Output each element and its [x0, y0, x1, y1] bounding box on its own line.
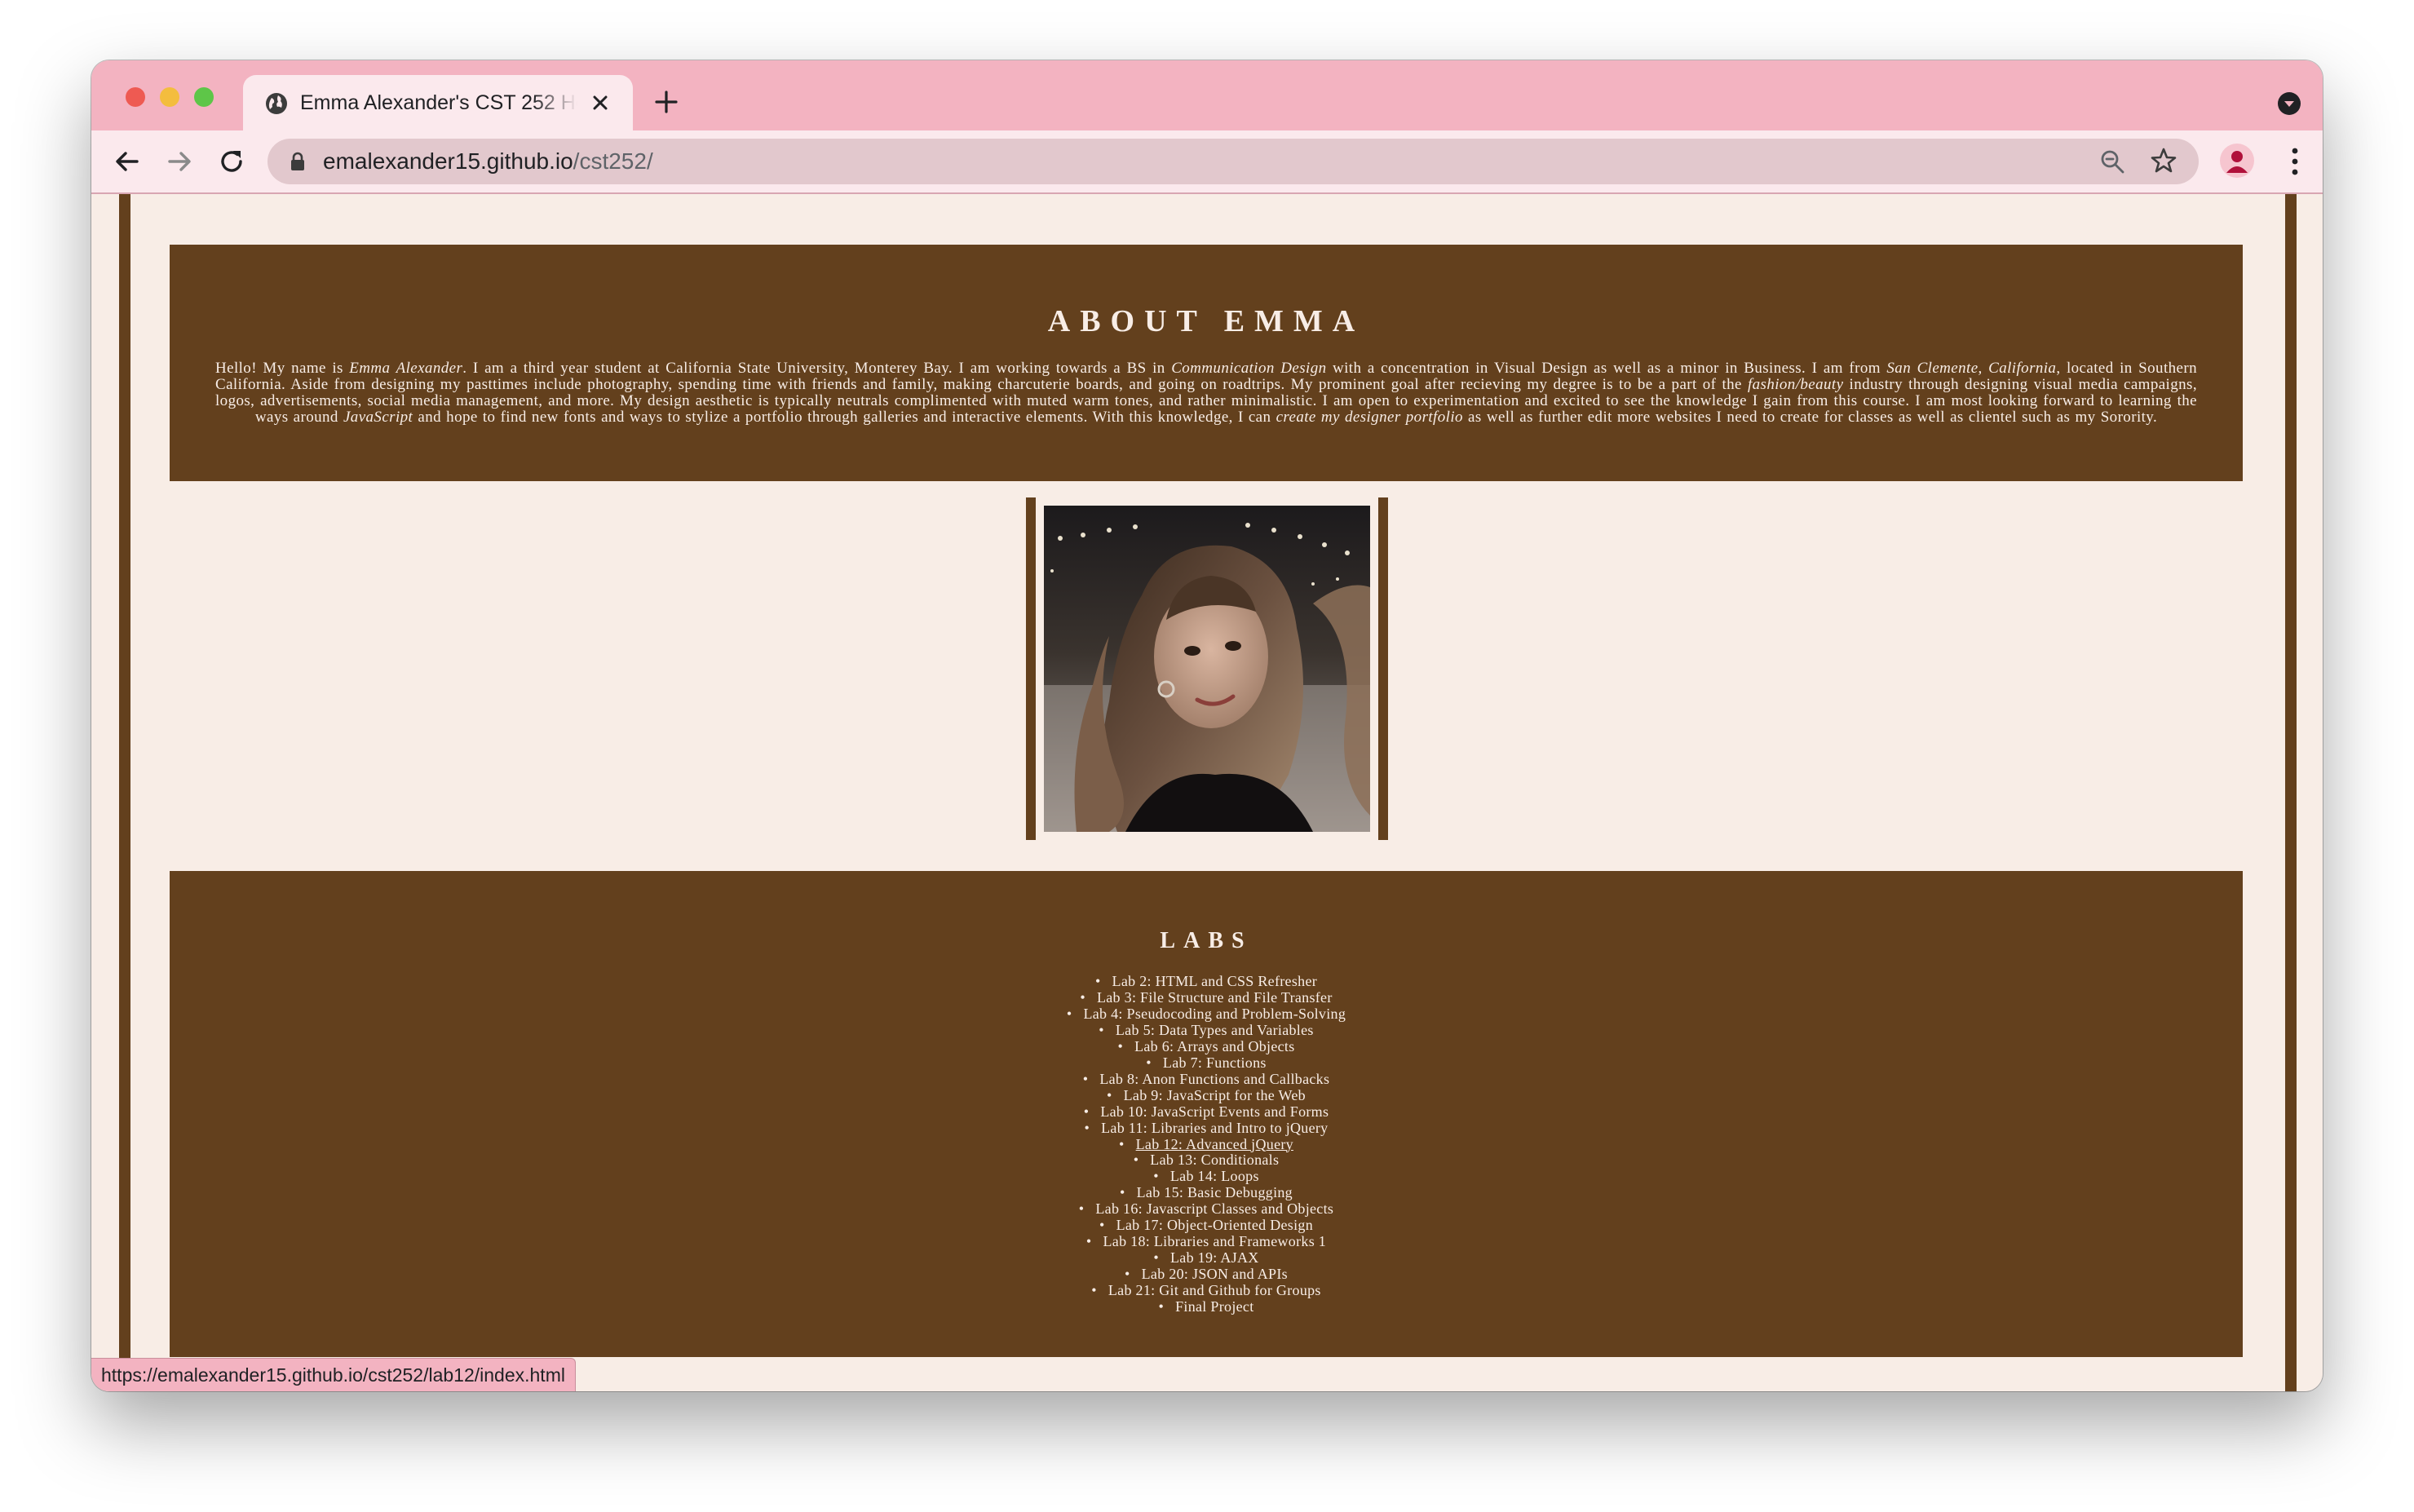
url-text[interactable]: emalexander15.github.io/cst252/	[323, 147, 653, 176]
more-menu-icon[interactable]	[2290, 147, 2300, 176]
title-bar: Emma Alexander's CST 252 Home	[91, 60, 2323, 130]
about-text-3: with a concentration in Visual Design as…	[1326, 360, 1887, 377]
reload-icon[interactable]	[215, 145, 248, 178]
about-paragraph: Hello! My name is Emma Alexander. I am a…	[215, 360, 2197, 426]
lock-icon[interactable]	[289, 152, 307, 171]
back-arrow-icon[interactable]	[111, 145, 144, 178]
browser-tab[interactable]: Emma Alexander's CST 252 Home	[243, 75, 633, 130]
lab-list-item: Lab 12: Advanced jQuery	[170, 1136, 2243, 1153]
lab-link[interactable]: Lab 14: Loops	[1170, 1168, 1259, 1184]
portrait-photo	[1044, 506, 1370, 832]
zoom-window-button[interactable]	[194, 87, 214, 107]
labs-heading: LABS	[1160, 928, 1253, 953]
lab-link[interactable]: Lab 15: Basic Debugging	[1137, 1184, 1293, 1200]
lab-link[interactable]: Lab 11: Libraries and Intro to jQuery	[1101, 1120, 1328, 1136]
lab-list-item: Lab 10: JavaScript Events and Forms	[170, 1103, 2243, 1121]
forward-arrow-icon[interactable]	[163, 145, 196, 178]
about-text-1: Hello! My name is	[215, 360, 350, 377]
lab-list-item: Final Project	[170, 1298, 2243, 1315]
zoom-magnifier-icon[interactable]	[2099, 148, 2125, 175]
lab-list-item: Lab 9: JavaScript for the Web	[170, 1087, 2243, 1104]
lab-link[interactable]: Lab 21: Git and Github for Groups	[1108, 1282, 1321, 1298]
lab-list-item: Lab 3: File Structure and File Transfer	[170, 989, 2243, 1006]
new-tab-icon[interactable]	[654, 90, 679, 114]
lab-link[interactable]: Final Project	[1175, 1298, 1253, 1315]
lab-link[interactable]: Lab 3: File Structure and File Transfer	[1097, 989, 1333, 1006]
url-host: emalexander15.github.io	[323, 148, 573, 174]
lab-list-item: Lab 16: Javascript Classes and Objects	[170, 1200, 2243, 1218]
status-bar-url: https://emalexander15.github.io/cst252/l…	[91, 1358, 576, 1391]
labs-list: Lab 2: HTML and CSS RefresherLab 3: File…	[170, 973, 2243, 1315]
lab-link[interactable]: Lab 17: Object-Oriented Design	[1116, 1217, 1313, 1233]
about-section: ABOUT EMMA Hello! My name is Emma Alexan…	[170, 245, 2243, 481]
minimize-window-button[interactable]	[160, 87, 179, 107]
lab-link[interactable]: Lab 8: Anon Functions and Callbacks	[1099, 1071, 1329, 1087]
lab-list-item: Lab 14: Loops	[170, 1168, 2243, 1185]
lab-list-item: Lab 18: Libraries and Frameworks 1	[170, 1233, 2243, 1250]
lab-list-item: Lab 7: Functions	[170, 1054, 2243, 1072]
address-bar[interactable]: emalexander15.github.io/cst252/	[267, 139, 2199, 184]
lab-link[interactable]: Lab 13: Conditionals	[1150, 1152, 1279, 1169]
profile-avatar-icon[interactable]	[2220, 144, 2254, 178]
lab-list-item: Lab 4: Pseudocoding and Problem-Solving	[170, 1006, 2243, 1023]
lab-link[interactable]: Lab 7: Functions	[1163, 1054, 1267, 1071]
lab-link[interactable]: Lab 9: JavaScript for the Web	[1124, 1087, 1306, 1103]
lab-link[interactable]: Lab 12: Advanced jQuery	[1136, 1136, 1293, 1152]
lab-list-item: Lab 13: Conditionals	[170, 1152, 2243, 1169]
about-javascript: JavaScript	[343, 409, 413, 426]
url-path: /cst252/	[573, 148, 653, 174]
about-name: Emma Alexander	[349, 360, 463, 377]
lab-list-item: Lab 6: Arrays and Objects	[170, 1038, 2243, 1055]
lab-list-item: Lab 17: Object-Oriented Design	[170, 1217, 2243, 1234]
lab-link[interactable]: Lab 2: HTML and CSS Refresher	[1112, 973, 1318, 989]
close-tab-icon[interactable]	[589, 91, 612, 114]
right-border-stripe	[2285, 194, 2297, 1391]
about-hometown: San Clemente, California	[1886, 360, 2057, 377]
about-major: Communication Design	[1171, 360, 1327, 377]
about-portfolio: create my designer portfolio	[1276, 409, 1463, 426]
lab-list-item: Lab 11: Libraries and Intro to jQuery	[170, 1120, 2243, 1137]
page-viewport: ABOUT EMMA Hello! My name is Emma Alexan…	[91, 194, 2323, 1391]
tab-search-icon[interactable]	[2277, 91, 2301, 116]
lab-list-item: Lab 5: Data Types and Variables	[170, 1022, 2243, 1039]
lab-list-item: Lab 20: JSON and APIs	[170, 1266, 2243, 1283]
lab-list-item: Lab 19: AJAX	[170, 1249, 2243, 1267]
lab-link[interactable]: Lab 16: Javascript Classes and Objects	[1095, 1200, 1333, 1217]
about-industry: fashion/beauty	[1747, 376, 1844, 393]
lab-link[interactable]: Lab 10: JavaScript Events and Forms	[1100, 1103, 1329, 1120]
about-text-7: as well as further edit more websites I …	[1462, 409, 2158, 426]
lab-link[interactable]: Lab 20: JSON and APIs	[1142, 1266, 1288, 1282]
lab-list-item: Lab 2: HTML and CSS Refresher	[170, 973, 2243, 990]
lab-list-item: Lab 8: Anon Functions and Callbacks	[170, 1071, 2243, 1088]
portrait-frame	[1026, 497, 1388, 840]
browser-window: Emma Alexander's CST 252 Home	[91, 60, 2323, 1391]
lab-link[interactable]: Lab 6: Arrays and Objects	[1134, 1038, 1294, 1054]
close-window-button[interactable]	[126, 87, 145, 107]
left-border-stripe	[119, 194, 130, 1391]
browser-toolbar: emalexander15.github.io/cst252/	[91, 130, 2323, 194]
bookmark-star-icon[interactable]	[2150, 147, 2177, 175]
lab-list-item: Lab 21: Git and Github for Groups	[170, 1282, 2243, 1299]
lab-list-item: Lab 15: Basic Debugging	[170, 1184, 2243, 1201]
globe-icon	[266, 93, 287, 114]
lab-link[interactable]: Lab 18: Libraries and Frameworks 1	[1103, 1233, 1326, 1249]
about-text-2: . I am a third year student at Californi…	[462, 360, 1172, 377]
person-icon	[2226, 151, 2248, 173]
tab-title: Emma Alexander's CST 252 Home	[300, 91, 577, 114]
lab-link[interactable]: Lab 19: AJAX	[1170, 1249, 1259, 1266]
portrait-illustration	[1044, 506, 1370, 832]
about-text-6: and hope to find new fonts and ways to s…	[413, 409, 1276, 426]
lab-link[interactable]: Lab 5: Data Types and Variables	[1116, 1022, 1314, 1038]
about-heading: ABOUT EMMA	[1047, 304, 1365, 338]
labs-section: LABS Lab 2: HTML and CSS RefresherLab 3:…	[170, 871, 2243, 1357]
lab-link[interactable]: Lab 4: Pseudocoding and Problem-Solving	[1083, 1006, 1346, 1022]
